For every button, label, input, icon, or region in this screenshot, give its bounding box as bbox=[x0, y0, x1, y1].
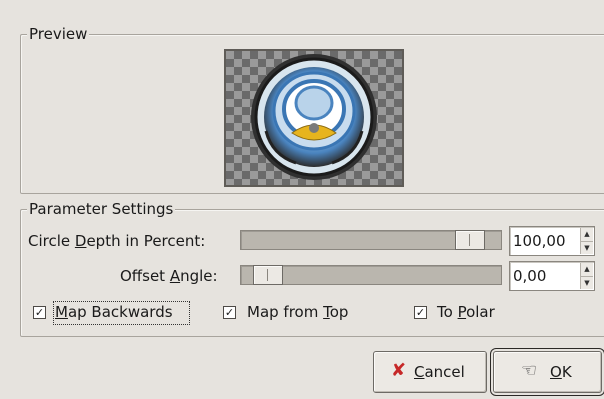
to-polar-label[interactable]: To Polar bbox=[437, 302, 495, 322]
circle-depth-up-arrow-icon[interactable]: ▲ bbox=[581, 228, 593, 241]
circle-depth-slider[interactable] bbox=[240, 230, 502, 250]
depth-label: Circle Depth in Percent: bbox=[28, 232, 206, 250]
map-from-top-label[interactable]: Map from Top bbox=[247, 302, 348, 322]
offset-angle-spinbox[interactable]: ▲ ▼ bbox=[509, 261, 595, 291]
offset-angle-slider-thumb[interactable] bbox=[253, 265, 283, 285]
cancel-button[interactable]: ✘ Cancel bbox=[373, 351, 487, 393]
map-backwards-focus-ring bbox=[53, 301, 190, 325]
offset-angle-up-arrow-icon[interactable]: ▲ bbox=[581, 263, 593, 276]
circle-depth-down-arrow-icon[interactable]: ▼ bbox=[581, 241, 593, 254]
circle-depth-spinbox[interactable]: ▲ ▼ bbox=[509, 226, 595, 256]
circle-depth-input[interactable] bbox=[510, 227, 568, 255]
preview-title: Preview bbox=[27, 24, 90, 44]
offset-angle-down-arrow-icon[interactable]: ▼ bbox=[581, 276, 593, 289]
ok-label: OK bbox=[550, 363, 572, 381]
preview-image bbox=[224, 49, 404, 187]
offset-angle-slider[interactable] bbox=[240, 265, 502, 285]
map-backwards-checkbox[interactable]: ✓ bbox=[33, 306, 46, 319]
angle-label: Offset Angle: bbox=[120, 267, 218, 285]
ok-hand-icon: ☜ bbox=[521, 360, 538, 381]
parameter-settings-title: Parameter Settings bbox=[27, 199, 176, 219]
ok-button[interactable]: ☜ OK bbox=[493, 351, 602, 393]
to-polar-checkbox[interactable]: ✓ bbox=[414, 306, 427, 319]
x-cancel-icon: ✘ bbox=[391, 360, 407, 381]
map-from-top-checkbox[interactable]: ✓ bbox=[223, 306, 236, 319]
circle-depth-slider-thumb[interactable] bbox=[455, 230, 485, 250]
offset-angle-input[interactable] bbox=[510, 262, 568, 290]
cancel-label: Cancel bbox=[414, 363, 465, 381]
